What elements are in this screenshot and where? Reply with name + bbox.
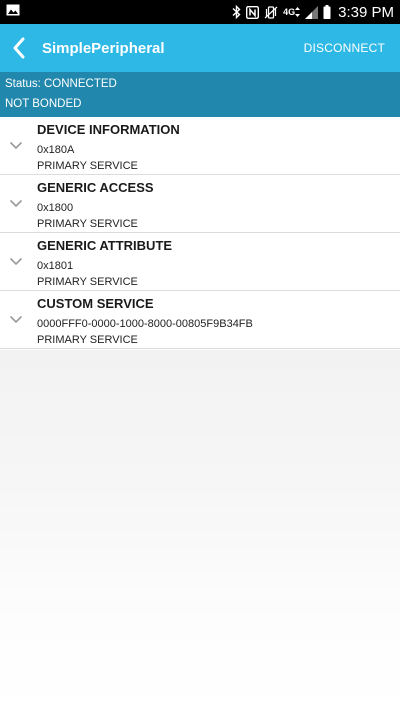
service-type: PRIMARY SERVICE bbox=[37, 276, 138, 288]
status-bar-right: 4G 3:39 PM bbox=[232, 4, 394, 21]
app-bar: SimplePeripheral DISCONNECT bbox=[0, 24, 400, 72]
status-bar-left bbox=[6, 3, 20, 21]
service-item-device-information[interactable]: DEVICE INFORMATION 0x180A PRIMARY SERVIC… bbox=[0, 117, 400, 175]
connection-status-panel: Status: CONNECTED NOT BONDED bbox=[0, 72, 400, 117]
chevron-left-icon bbox=[13, 37, 25, 59]
service-name: DEVICE INFORMATION bbox=[37, 122, 180, 137]
service-type: PRIMARY SERVICE bbox=[37, 218, 138, 230]
bluetooth-icon bbox=[232, 5, 241, 19]
service-name: GENERIC ACCESS bbox=[37, 180, 154, 195]
service-list: DEVICE INFORMATION 0x180A PRIMARY SERVIC… bbox=[0, 117, 400, 349]
chevron-down-icon bbox=[9, 315, 23, 324]
service-type: PRIMARY SERVICE bbox=[37, 160, 138, 172]
service-item-generic-access[interactable]: GENERIC ACCESS 0x1800 PRIMARY SERVICE bbox=[0, 175, 400, 233]
service-item-generic-attribute[interactable]: GENERIC ATTRIBUTE 0x1801 PRIMARY SERVICE bbox=[0, 233, 400, 291]
clock: 3:39 PM bbox=[338, 3, 394, 21]
network-4g-icon: 4G bbox=[283, 7, 301, 17]
service-name: CUSTOM SERVICE bbox=[37, 296, 154, 311]
service-uuid: 0x1800 bbox=[37, 202, 74, 214]
app-title: SimplePeripheral bbox=[42, 39, 165, 57]
chevron-down-icon bbox=[9, 141, 23, 150]
image-icon bbox=[6, 3, 20, 21]
service-uuid: 0000FFF0-0000-1000-8000-00805F9B34FB bbox=[37, 318, 253, 330]
service-uuid: 0x180A bbox=[37, 144, 75, 156]
vibrate-icon bbox=[264, 5, 278, 19]
service-name: GENERIC ATTRIBUTE bbox=[37, 238, 173, 253]
service-uuid: 0x1801 bbox=[37, 260, 74, 272]
back-button[interactable] bbox=[2, 24, 36, 72]
connection-status: Status: CONNECTED bbox=[5, 78, 117, 90]
battery-icon bbox=[323, 5, 331, 19]
bond-status: NOT BONDED bbox=[5, 98, 82, 110]
disconnect-button[interactable]: DISCONNECT bbox=[304, 24, 385, 72]
service-item-custom-service[interactable]: CUSTOM SERVICE 0000FFF0-0000-1000-8000-0… bbox=[0, 291, 400, 349]
signal-icon bbox=[305, 5, 319, 19]
service-type: PRIMARY SERVICE bbox=[37, 334, 138, 346]
system-status-bar: 4G 3:39 PM bbox=[0, 0, 400, 24]
nfc-icon bbox=[246, 5, 260, 19]
chevron-down-icon bbox=[9, 257, 23, 266]
chevron-down-icon bbox=[9, 199, 23, 208]
